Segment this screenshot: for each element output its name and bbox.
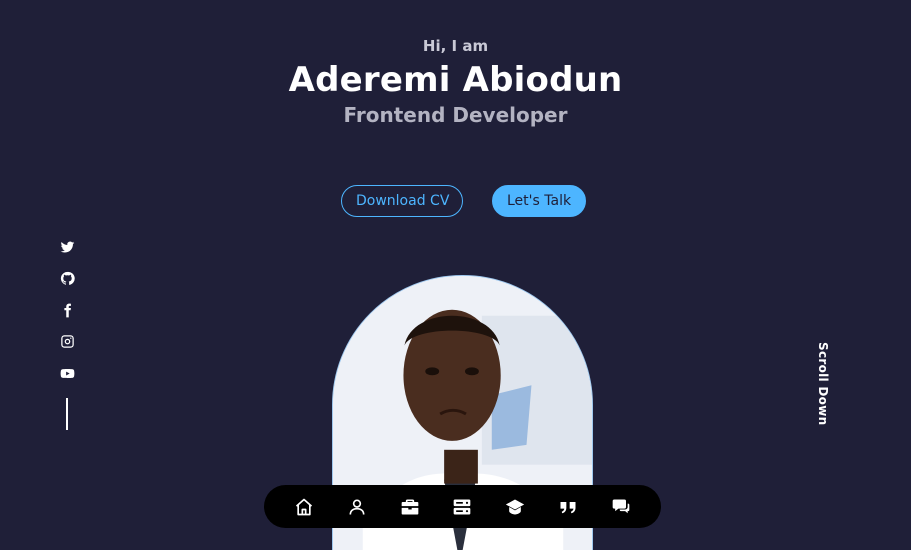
scroll-down-link[interactable]: Scroll Down xyxy=(816,342,830,425)
nav-experience[interactable] xyxy=(396,493,424,521)
social-links xyxy=(58,238,76,430)
nav-home[interactable] xyxy=(290,493,318,521)
greeting: Hi, I am xyxy=(422,37,489,55)
youtube-icon[interactable] xyxy=(58,364,76,382)
briefcase-icon xyxy=(401,499,419,514)
download-cv-button[interactable]: Download CV xyxy=(341,185,463,217)
lets-talk-button[interactable]: Let's Talk xyxy=(492,185,586,217)
twitter-icon[interactable] xyxy=(58,238,76,256)
nav-contact[interactable] xyxy=(607,493,635,521)
server-icon xyxy=(454,499,471,514)
home-icon xyxy=(296,498,313,515)
bottom-nav xyxy=(264,485,661,528)
facebook-icon[interactable] xyxy=(58,301,76,319)
user-icon xyxy=(349,499,365,515)
nav-about[interactable] xyxy=(343,493,371,521)
cta-buttons: Download CV Let's Talk xyxy=(341,185,586,217)
github-icon[interactable] xyxy=(58,270,76,288)
social-divider-line xyxy=(66,397,68,430)
instagram-icon[interactable] xyxy=(58,333,76,351)
messages-icon xyxy=(612,499,629,513)
quote-icon xyxy=(560,501,576,513)
nav-education[interactable] xyxy=(501,493,529,521)
job-title: Frontend Developer xyxy=(343,103,568,127)
nav-testimonials[interactable] xyxy=(554,493,582,521)
intro: Hi, I am Aderemi Abiodun Frontend Develo… xyxy=(0,36,911,128)
page-title: Aderemi Abiodun xyxy=(288,60,623,100)
nav-services[interactable] xyxy=(448,493,476,521)
graduation-cap-icon xyxy=(505,499,525,514)
hero-section: Hi, I am Aderemi Abiodun Frontend Develo… xyxy=(0,0,911,550)
